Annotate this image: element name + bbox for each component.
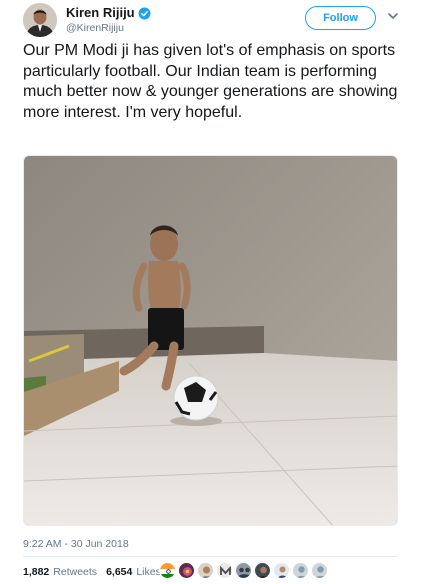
author-avatar[interactable]	[23, 3, 57, 37]
india-flag-avatar[interactable]	[159, 562, 176, 579]
tweet-video[interactable]	[23, 155, 398, 526]
retweets-stat[interactable]: 1,882 Retweets	[23, 566, 97, 578]
stats-divider	[23, 556, 398, 557]
person-avatar[interactable]	[197, 562, 214, 579]
flower-avatar[interactable]	[178, 562, 195, 579]
author-display-name-text: Kiren Rijiju	[66, 5, 135, 20]
logo-avatar[interactable]	[216, 562, 233, 579]
group-avatar[interactable]	[235, 562, 252, 579]
tweet-header: Kiren Rijiju @KirenRijiju Follow	[23, 3, 413, 43]
retweets-count: 1,882	[23, 566, 50, 578]
author-display-name[interactable]: Kiren Rijiju	[66, 5, 151, 21]
retweets-label: Retweets	[53, 566, 98, 578]
author-names: Kiren Rijiju @KirenRijiju	[66, 5, 151, 35]
likes-count: 6,654	[106, 566, 133, 578]
likes-label: Likes	[136, 566, 161, 578]
author-handle[interactable]: @KirenRijiju	[66, 21, 151, 35]
author-avatar-image	[23, 3, 57, 37]
likes-stat[interactable]: 6,654 Likes	[106, 566, 161, 578]
follow-button[interactable]: Follow	[305, 6, 376, 30]
default-avatar[interactable]	[311, 562, 328, 579]
likers-avatars	[159, 562, 330, 580]
verified-badge-icon	[138, 7, 151, 19]
default-avatar[interactable]	[292, 562, 309, 579]
tweet-stats: 1,882 Retweets 6,654 Likes	[23, 565, 170, 579]
flag-avatar[interactable]	[273, 562, 290, 579]
tweet-text: Our PM Modi ji has given lot's of emphas…	[23, 42, 398, 121]
person-dark-avatar[interactable]	[254, 562, 271, 579]
video-frame-image	[24, 156, 397, 525]
chevron-down-icon[interactable]	[386, 9, 400, 23]
tweet-timestamp[interactable]: 9:22 AM - 30 Jun 2018	[23, 538, 129, 550]
